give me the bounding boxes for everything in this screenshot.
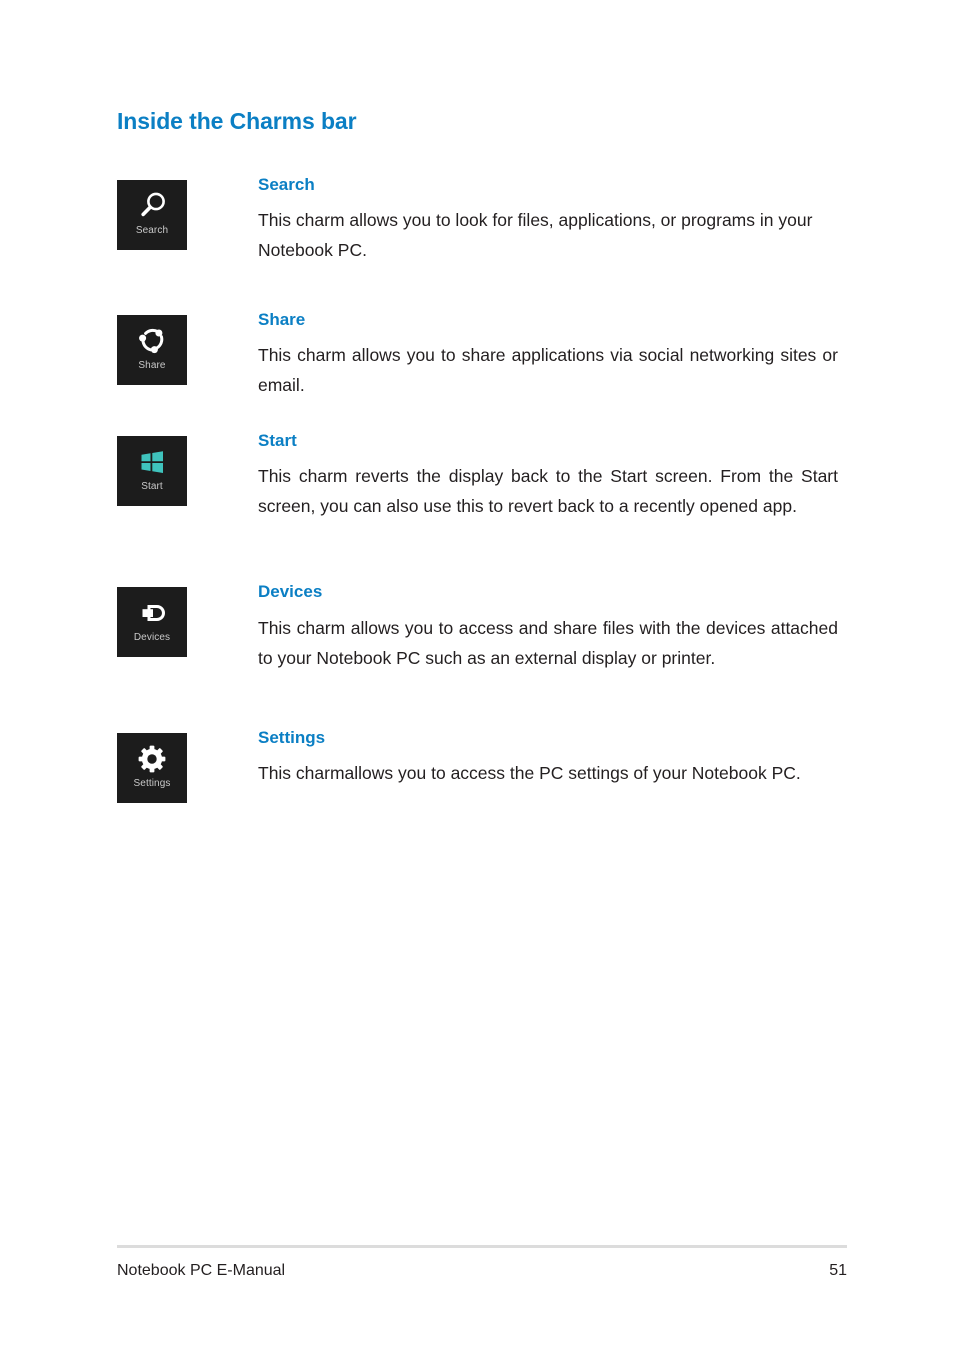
charm-heading-devices: Devices <box>258 582 323 602</box>
windows-start-icon <box>141 451 163 474</box>
charm-heading-settings: Settings <box>258 727 326 747</box>
search-icon <box>141 192 165 216</box>
charm-section-settings: Settings Settings This charmallows you t… <box>117 727 847 803</box>
charm-heading-search: Search <box>258 174 315 194</box>
page-footer: Notebook PC E-Manual 51 <box>117 1262 847 1280</box>
page-content: Inside the Charms bar Search Search This… <box>117 108 847 803</box>
charm-section-share: Share Share This charm allows you to sha… <box>117 309 847 400</box>
charm-body-share: This charm allows you to share applicati… <box>258 345 838 396</box>
share-icon <box>139 328 164 353</box>
charm-heading-start: Start <box>258 431 297 451</box>
charm-tile-label-start: Start <box>141 481 163 493</box>
charm-tile-settings[interactable]: Settings <box>117 732 187 803</box>
footer-document-name: Notebook PC E-Manual <box>117 1262 286 1279</box>
charm-tile-label-search: Search <box>135 224 169 236</box>
devices-icon <box>142 605 165 622</box>
page-title: Inside the Charms bar <box>117 108 357 134</box>
charm-body-start: This charm reverts the display back to t… <box>258 466 838 517</box>
charm-section-search: Search Search This charm allows you to l… <box>117 174 847 265</box>
charm-tile-search[interactable]: Search <box>117 179 187 250</box>
footer-page-number: 51 <box>829 1262 847 1279</box>
footer-divider <box>117 1245 847 1248</box>
charm-tile-label-devices: Devices <box>133 632 171 644</box>
charm-tile-label-settings: Settings <box>133 777 171 789</box>
charm-tile-label-share: Share <box>138 359 166 371</box>
manual-page: Inside the Charms bar Search Search This… <box>0 0 954 1345</box>
charm-body-settings: This charmallows you to access the PC se… <box>258 762 801 783</box>
charm-section-start: Start Start This charm reverts the displ… <box>117 430 847 521</box>
charm-body-search: This charm allows you to look for files,… <box>258 209 813 260</box>
charm-tile-devices[interactable]: Devices <box>117 587 187 658</box>
charm-tile-share[interactable]: Share <box>117 314 187 385</box>
charm-heading-share: Share <box>258 309 306 329</box>
charm-body-devices: This charm allows you to access and shar… <box>258 617 838 668</box>
charm-section-devices: Devices Devices This charm allows you to… <box>117 581 847 672</box>
charm-tile-start[interactable]: Start <box>117 436 187 507</box>
settings-gear-icon <box>138 745 166 772</box>
